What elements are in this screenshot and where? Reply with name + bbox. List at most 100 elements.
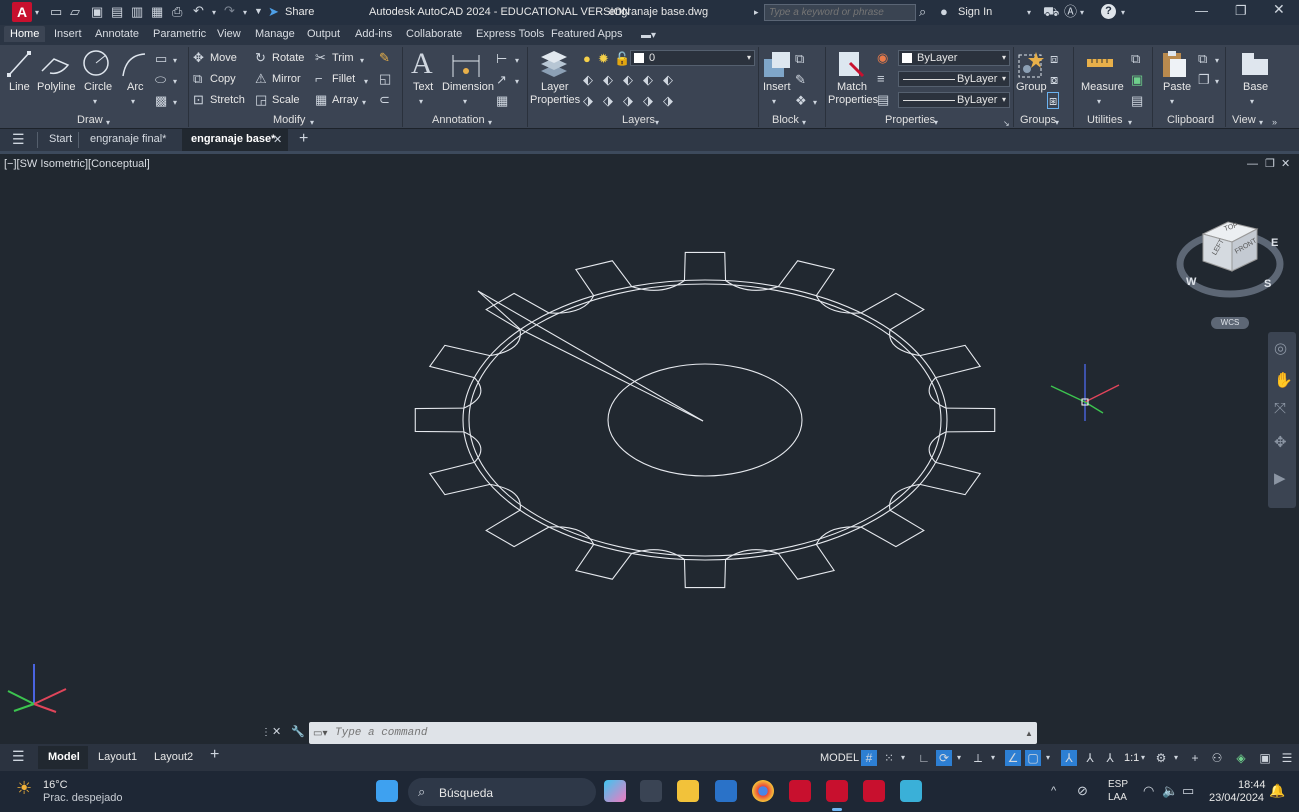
polar-icon[interactable]: ⟳ — [936, 750, 952, 766]
app-logo-button[interactable]: A — [12, 2, 32, 22]
viewcube[interactable]: TOP LEFT FRONT W S E — [1172, 209, 1290, 309]
group-edit-icon[interactable]: ⧇ — [1050, 73, 1058, 86]
explode-icon[interactable]: ◱ — [379, 72, 391, 85]
workspace-gear-icon[interactable]: ⚙ — [1153, 750, 1169, 766]
edit-block-icon[interactable]: ✎ — [795, 73, 806, 86]
groups-panel-label[interactable]: Groups — [1020, 114, 1056, 126]
tab-home[interactable]: Home — [4, 26, 46, 42]
match-properties-button-line2[interactable]: Properties — [828, 94, 878, 106]
cut-icon[interactable]: ⧉ — [1198, 52, 1207, 65]
circle-icon[interactable] — [82, 49, 110, 77]
scale-dropdown-icon[interactable]: ▾ — [1138, 750, 1148, 766]
gear-tooth[interactable] — [683, 559, 727, 589]
weather-sun-icon[interactable]: ☀ — [16, 779, 32, 797]
gear-tooth[interactable] — [485, 509, 550, 548]
base-button[interactable]: Base — [1243, 81, 1268, 93]
app-cube-icon[interactable] — [900, 780, 922, 802]
properties-panel-label[interactable]: Properties — [885, 114, 935, 126]
layout-menu-icon[interactable]: ☰ — [12, 749, 25, 763]
copilot-icon[interactable] — [604, 780, 626, 802]
drawing-viewport[interactable]: [−][SW Isometric][Conceptual] — ❐ ✕ TOP … — [0, 151, 1299, 744]
auto-scale-icon[interactable]: ⅄ — [1082, 750, 1098, 766]
insert-block-icon[interactable] — [762, 49, 792, 79]
attribute-dropdown-icon[interactable]: ▾ — [813, 96, 817, 109]
gear-root-circle[interactable] — [462, 279, 948, 561]
object-snap-tracking-icon[interactable]: ∠ — [1005, 750, 1021, 766]
model-space-button[interactable]: MODEL — [820, 752, 859, 764]
polyline-button[interactable]: Polyline — [37, 81, 76, 93]
copy-clip-dropdown-icon[interactable]: ▾ — [1215, 75, 1219, 88]
taskbar-search[interactable]: ⌕ Búsqueda — [408, 778, 596, 806]
layer-dropdown[interactable]: 0 ▾ — [630, 50, 755, 66]
redo-icon[interactable]: ↷ — [224, 4, 235, 17]
customization-menu-icon[interactable]: ☰ — [1279, 750, 1295, 766]
workspace-dropdown-icon[interactable]: ▾ — [1171, 750, 1181, 766]
base-view-icon[interactable] — [1240, 51, 1270, 77]
select-all-icon[interactable]: ▣ — [1131, 73, 1143, 86]
polar-dropdown-icon[interactable]: ▾ — [954, 750, 964, 766]
color-dropdown[interactable]: ByLayer ▾ — [898, 50, 1010, 66]
showmotion-icon[interactable]: ▶ — [1274, 471, 1286, 486]
weather-condition[interactable]: Prac. despejado — [43, 792, 123, 804]
layer-on-icon[interactable]: ● — [583, 52, 591, 65]
annotation-panel-label[interactable]: Annotation — [432, 114, 485, 126]
tab-collaborate[interactable]: Collaborate — [406, 28, 462, 40]
battery-icon[interactable]: ▭ — [1182, 784, 1194, 797]
layer-tool-icon[interactable]: ⬖ — [643, 73, 653, 86]
array-button[interactable]: Array — [332, 94, 358, 106]
stretch-icon[interactable]: ⊡ — [193, 93, 204, 106]
clean-screen-icon[interactable]: ▣ — [1257, 750, 1273, 766]
modify-panel-label[interactable]: Modify — [273, 114, 305, 126]
tab-annotate[interactable]: Annotate — [95, 28, 139, 40]
tab-featured-apps[interactable]: Featured Apps — [551, 28, 623, 40]
hatch-dropdown-icon[interactable]: ▾ — [173, 96, 177, 109]
undo-icon[interactable]: ↶ — [193, 4, 204, 17]
gear-tooth[interactable] — [860, 292, 925, 331]
modify-expand-icon[interactable]: ▾ — [310, 116, 314, 129]
group-select-icon[interactable]: ⧆ — [1047, 92, 1060, 109]
snap-icon[interactable]: ⁙ — [881, 750, 897, 766]
share-icon[interactable]: ➤ — [268, 5, 279, 18]
move-icon[interactable]: ✥ — [193, 51, 204, 64]
measure-button[interactable]: Measure — [1081, 81, 1124, 93]
new-file-icon[interactable]: ▭ — [50, 5, 62, 18]
compass-east-label[interactable]: E — [1271, 237, 1278, 249]
file-explorer-icon[interactable] — [677, 780, 699, 802]
text-dropdown-icon[interactable]: ▾ — [419, 95, 423, 108]
redo-dropdown-icon[interactable]: ▾ — [243, 6, 247, 19]
gear-tooth[interactable] — [428, 344, 491, 379]
view-expand-icon[interactable]: ▾ — [1259, 116, 1263, 129]
construction-line[interactable] — [477, 290, 521, 330]
lineweight-icon[interactable]: ▤ — [877, 93, 889, 106]
layer-tool-icon[interactable]: ⬖ — [623, 73, 633, 86]
gear-inner-circle[interactable] — [468, 283, 942, 557]
ellipse-icon[interactable]: ⬭ — [155, 73, 166, 86]
mirror-icon[interactable]: ⚠ — [255, 72, 267, 85]
gear-tooth-gap[interactable] — [889, 329, 920, 357]
linetype-icon[interactable]: ≡ — [877, 72, 885, 85]
text-button[interactable]: Text — [413, 81, 433, 93]
clock-date[interactable]: 23/04/2024 — [1209, 792, 1264, 804]
utilities-expand-icon[interactable]: ▾ — [1128, 116, 1132, 129]
dimension-button[interactable]: Dimension — [442, 81, 494, 93]
annotation-visibility-icon[interactable]: ⅄ — [1061, 750, 1077, 766]
cart-icon[interactable]: ⛟ — [1043, 5, 1059, 18]
gear-tooth[interactable] — [919, 344, 982, 379]
restore-icon[interactable]: ❐ — [1235, 4, 1247, 17]
language-layout[interactable]: LAA — [1108, 792, 1127, 803]
gear-tooth[interactable] — [485, 292, 550, 331]
dimension-dropdown-icon[interactable]: ▾ — [463, 95, 467, 108]
print-icon[interactable]: ⎙ — [172, 5, 182, 18]
annotation-monitor-icon[interactable]: + — [1187, 750, 1203, 766]
notification-bell-icon[interactable]: 🔔 — [1269, 784, 1285, 797]
autodesk-a360-icon[interactable]: Ⓐ — [1064, 5, 1077, 18]
sign-in-button[interactable]: Sign In — [958, 6, 992, 18]
tab-output[interactable]: Output — [307, 28, 340, 40]
mirror-button[interactable]: Mirror — [272, 73, 301, 85]
rectangle-icon[interactable]: ▭ — [155, 52, 167, 65]
command-input[interactable] — [335, 725, 995, 741]
layer-properties-button[interactable]: Layer — [541, 81, 569, 93]
leader-icon[interactable]: ↗ — [496, 73, 507, 86]
tab-express-tools[interactable]: Express Tools — [476, 28, 544, 40]
steering-wheel-icon[interactable]: ◎ — [1274, 341, 1287, 356]
